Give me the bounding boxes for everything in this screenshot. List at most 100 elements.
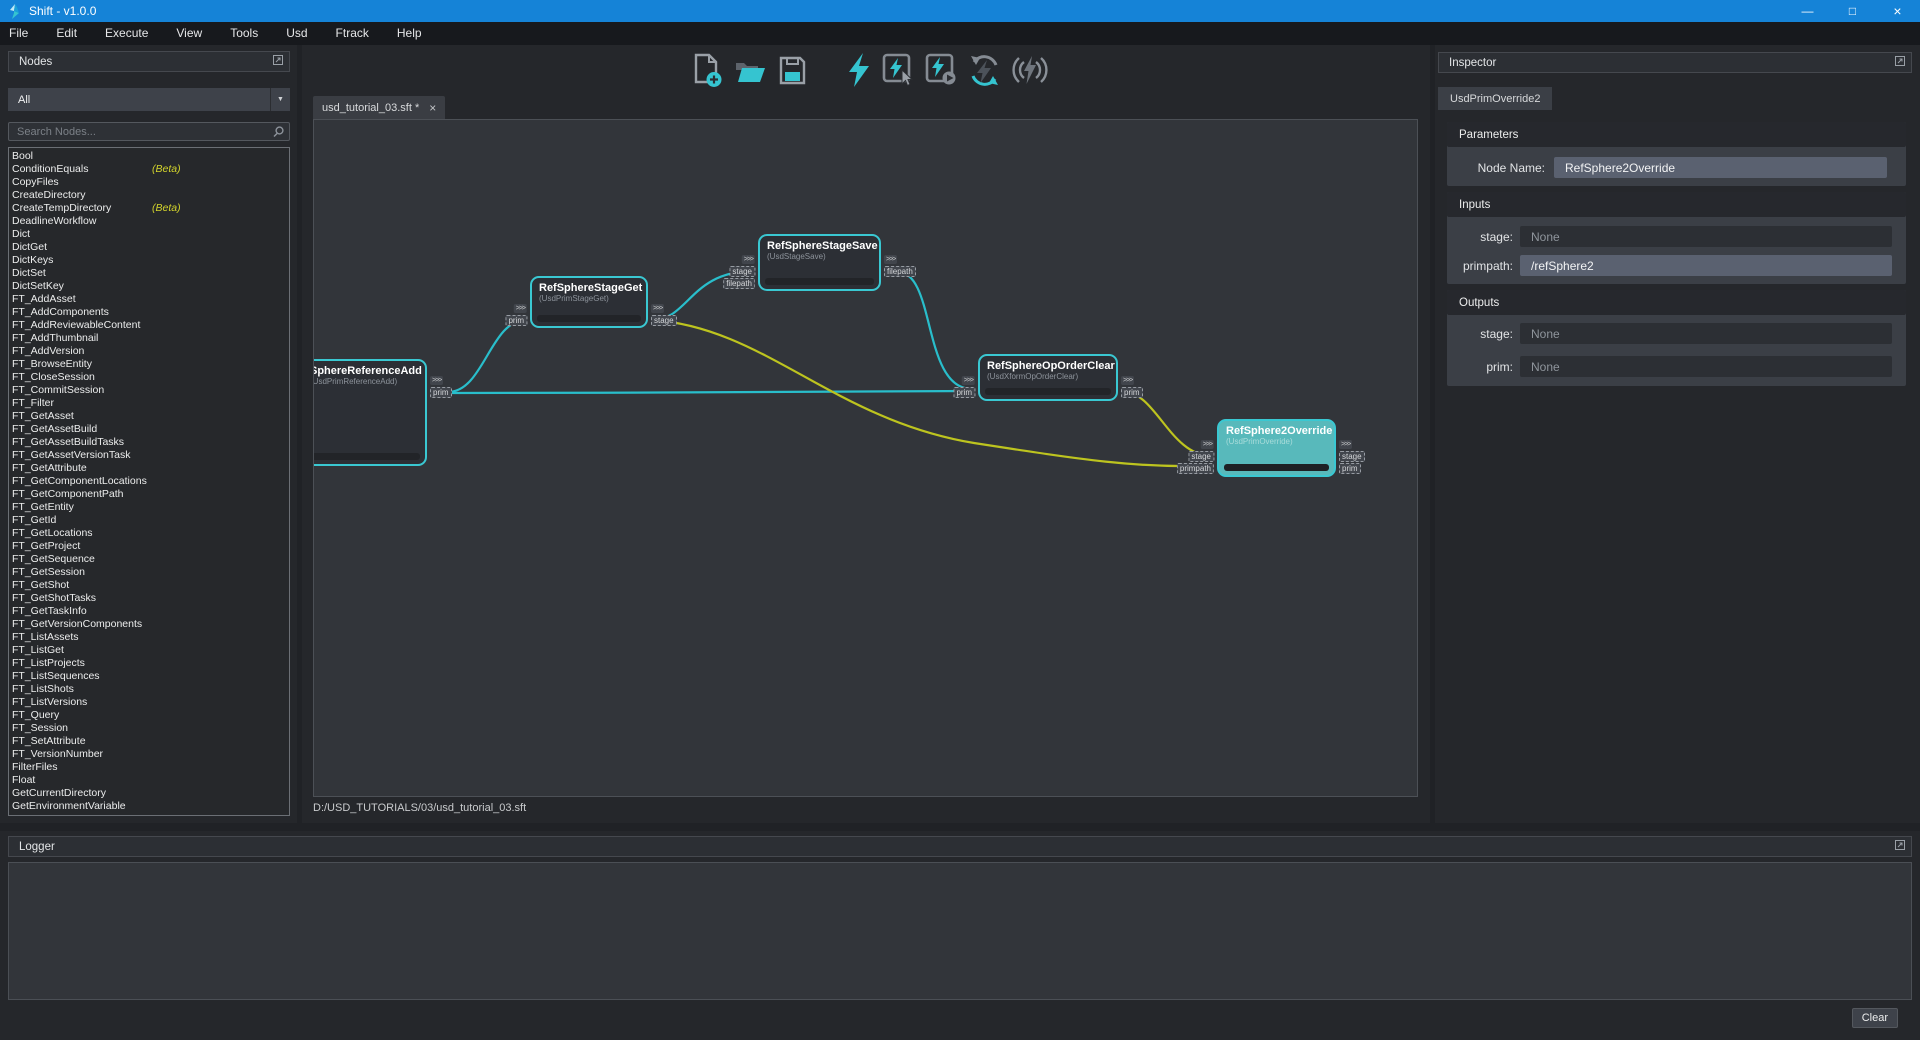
port-label-filepath[interactable]: filepath [884,266,916,277]
node-type-item[interactable]: FT_VersionNumber [12,748,289,761]
node-type-item[interactable]: DeadlineWorkflow [12,215,289,228]
menu-item-help[interactable]: Help [383,22,436,45]
menu-item-execute[interactable]: Execute [91,22,162,45]
node-type-item[interactable]: DictSet [12,267,289,280]
chevron-down-icon[interactable]: ▼ [270,88,290,111]
port-connector-icon[interactable]: >>> [1121,376,1134,385]
node-type-item[interactable]: CreateTempDirectory(Beta) [12,202,289,215]
node-type-item[interactable]: FT_AddComponents [12,306,289,319]
port-connector-icon[interactable]: >>> [651,304,664,313]
undock-icon[interactable] [1895,840,1905,853]
node-type-item[interactable]: FT_GetAttribute [12,462,289,475]
node-type-item[interactable]: FT_GetId [12,514,289,527]
port-label-stage[interactable]: stage [1188,451,1214,462]
clear-logger-button[interactable]: Clear [1852,1008,1898,1028]
edge-cyan[interactable] [898,272,972,389]
node-type-item[interactable]: FT_GetComponentPath [12,488,289,501]
node-type-item[interactable]: FT_GetTaskInfo [12,605,289,618]
node-type-item[interactable]: FT_GetShotTasks [12,592,289,605]
node-type-item[interactable]: FT_Session [12,722,289,735]
node-type-item[interactable]: FT_ListAssets [12,631,289,644]
node-type-item[interactable]: FilterFiles [12,761,289,774]
node-type-item[interactable]: FT_AddReviewableContent [12,319,289,332]
live-execute-icon[interactable] [1012,54,1048,86]
node-type-item[interactable]: FT_ListGet [12,644,289,657]
node-type-item[interactable]: FT_GetShot [12,579,289,592]
re-execute-icon[interactable] [968,54,1001,87]
menu-item-ftrack[interactable]: Ftrack [322,22,383,45]
search-input[interactable]: Search Nodes... [8,122,290,141]
node-type-item[interactable]: FT_GetProject [12,540,289,553]
port-label-stage[interactable]: stage [1339,451,1365,462]
node-type-item[interactable]: FT_Filter [12,397,289,410]
menu-item-usd[interactable]: Usd [272,22,321,45]
node-type-item[interactable]: CopyFiles [12,176,289,189]
save-file-icon[interactable] [778,55,807,86]
menu-item-tools[interactable]: Tools [216,22,272,45]
port-connector-icon[interactable]: >>> [430,376,443,385]
graph-node-refspherestagesave[interactable]: RefSphereStageSave(UsdStageSave) [758,234,881,291]
inspector-node-tab[interactable]: UsdPrimOverride2 [1438,87,1552,110]
minimize-button[interactable]: — [1785,0,1830,22]
tab-usd-tutorial[interactable]: usd_tutorial_03.sft * × [313,96,445,119]
node-graph-canvas[interactable]: SphereReferenceAdd(UsdPrimReferenceAdd) R… [313,119,1418,797]
node-type-item[interactable]: FT_GetSequence [12,553,289,566]
node-type-item[interactable]: FT_GetComponentLocations [12,475,289,488]
port-label-prim[interactable]: prim [1121,387,1143,398]
port-connector-icon[interactable]: >>> [1201,440,1214,449]
input-primpath-field[interactable]: /refSphere2 [1520,255,1892,276]
maximize-button[interactable]: □ [1830,0,1875,22]
execute-selected-icon[interactable] [882,53,914,87]
node-type-item[interactable]: FT_GetEntity [12,501,289,514]
port-connector-icon[interactable]: >>> [514,304,527,313]
port-label-filepath[interactable]: filepath [723,278,755,289]
tab-close-icon[interactable]: × [429,101,436,115]
edge-cyan[interactable] [448,391,974,393]
node-type-item[interactable]: DictKeys [12,254,289,267]
node-type-item[interactable]: FT_GetAssetBuild [12,423,289,436]
close-button[interactable]: × [1875,0,1920,22]
node-type-item[interactable]: FT_ListProjects [12,657,289,670]
node-type-item[interactable]: DictSetKey [12,280,289,293]
node-type-item[interactable]: FT_AddThumbnail [12,332,289,345]
node-type-item[interactable]: FT_CommitSession [12,384,289,397]
node-type-item[interactable]: ConditionEquals(Beta) [12,163,289,176]
port-label-prim[interactable]: prim [505,315,527,326]
graph-node-refsphereoporderclear[interactable]: RefSphereOpOrderClear(UsdXformOpOrderCle… [978,354,1118,401]
node-type-item[interactable]: FT_GetSession [12,566,289,579]
menu-item-view[interactable]: View [162,22,216,45]
edge-cyan[interactable] [448,320,526,392]
node-type-item[interactable]: FT_GetAssetVersionTask [12,449,289,462]
execute-from-node-icon[interactable] [925,53,957,87]
edge-yellow[interactable] [1124,392,1212,456]
undock-icon[interactable] [1895,56,1905,69]
node-type-item[interactable]: FT_GetVersionComponents [12,618,289,631]
port-connector-icon[interactable]: >>> [962,376,975,385]
node-type-item[interactable]: FT_AddVersion [12,345,289,358]
graph-node-refspherestageget[interactable]: RefSphereStageGet(UsdPrimStageGet) [530,276,648,328]
undock-icon[interactable] [273,55,283,68]
node-type-item[interactable]: FT_ListSequences [12,670,289,683]
node-type-item[interactable]: FT_GetAssetBuildTasks [12,436,289,449]
node-type-item[interactable]: FT_ListShots [12,683,289,696]
port-label-stage[interactable]: stage [729,266,755,277]
node-type-item[interactable]: GetCurrentDirectory [12,787,289,800]
node-type-item[interactable]: FT_AddAsset [12,293,289,306]
graph-node-refsphere2override[interactable]: RefSphere2Override(UsdPrimOverride) [1217,419,1336,477]
port-label-stage[interactable]: stage [651,315,677,326]
open-file-icon[interactable] [734,57,767,84]
new-file-icon[interactable] [692,53,723,88]
node-name-input[interactable]: RefSphere2Override [1554,157,1887,178]
node-type-item[interactable]: CreateDirectory [12,189,289,202]
node-type-item[interactable]: FT_BrowseEntity [12,358,289,371]
node-type-item[interactable]: FT_CloseSession [12,371,289,384]
port-label-prim[interactable]: prim [953,387,975,398]
graph-node-spherereferenceadd[interactable]: SphereReferenceAdd(UsdPrimReferenceAdd) [313,359,427,466]
port-connector-icon[interactable]: >>> [1339,440,1352,449]
node-type-item[interactable]: Dict [12,228,289,241]
node-type-item[interactable]: FT_Query [12,709,289,722]
node-type-item[interactable]: FT_GetLocations [12,527,289,540]
node-type-item[interactable]: DictGet [12,241,289,254]
node-type-item[interactable]: GetEnvironmentVariable [12,800,289,813]
menu-item-file[interactable]: File [0,22,42,45]
